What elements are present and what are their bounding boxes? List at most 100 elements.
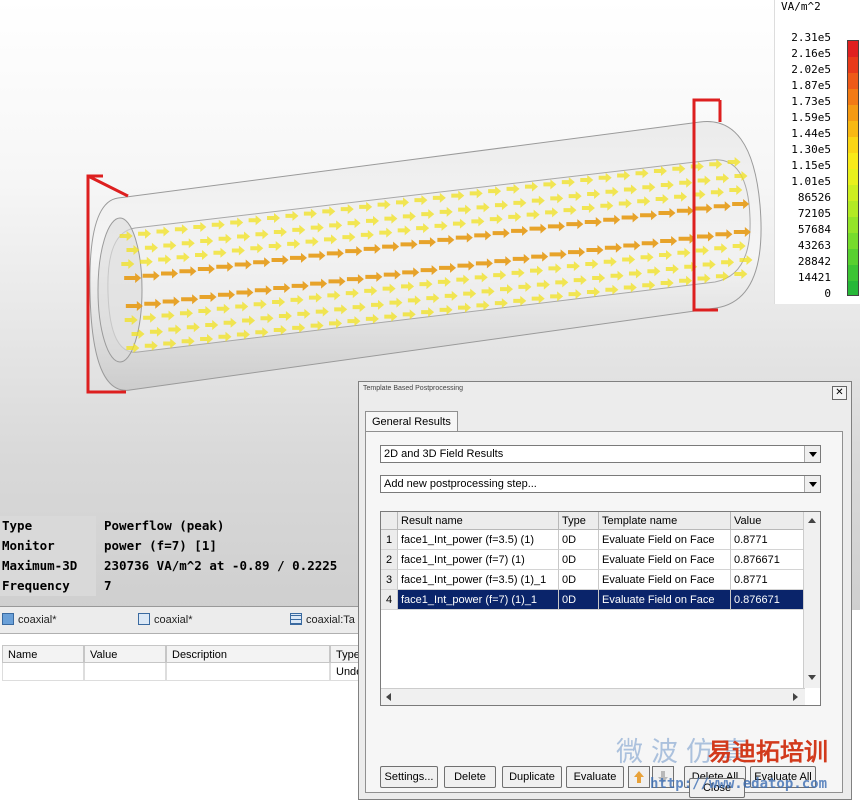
col-template-name[interactable]: Template name bbox=[599, 512, 731, 530]
legend-swatch bbox=[848, 41, 858, 58]
legend-swatch bbox=[848, 137, 858, 154]
col-type[interactable]: Type bbox=[330, 645, 360, 663]
cell-type[interactable]: 0D bbox=[559, 570, 599, 590]
cell-num[interactable]: 2 bbox=[381, 550, 398, 570]
cell-name[interactable]: face1_Int_power (f=7) (1) bbox=[398, 550, 559, 570]
legend-swatch bbox=[848, 169, 858, 186]
cell-value[interactable]: 0.8771 bbox=[731, 570, 805, 590]
param-value-cell[interactable] bbox=[84, 663, 166, 681]
info-row: Maximum-3D 230736 VA/m^2 at -0.89 / 0.222… bbox=[0, 556, 360, 576]
row-num-header bbox=[381, 512, 398, 530]
cell-num[interactable]: 4 bbox=[381, 590, 398, 610]
cell-template[interactable]: Evaluate Field on Face bbox=[599, 570, 731, 590]
col-type[interactable]: Type bbox=[559, 512, 599, 530]
close-button[interactable]: Close bbox=[689, 778, 745, 798]
parameter-panel: coaxial* coaxial* coaxial:Ta Name Value … bbox=[0, 606, 362, 801]
category-select[interactable]: 2D and 3D Field Results bbox=[380, 445, 821, 463]
delete-button[interactable]: Delete bbox=[444, 766, 496, 788]
horizontal-scrollbar[interactable] bbox=[381, 688, 805, 705]
duplicate-button[interactable]: Duplicate bbox=[502, 766, 562, 788]
param-table-header: Name Value Description Type bbox=[0, 645, 360, 663]
info-key: Maximum-3D bbox=[0, 556, 96, 576]
cell-value[interactable]: 0.876671 bbox=[731, 590, 805, 610]
tab-coaxial-2[interactable]: coaxial* bbox=[138, 612, 193, 628]
cell-name[interactable]: face1_Int_power (f=3.5) (1)_1 bbox=[398, 570, 559, 590]
col-value[interactable]: Value bbox=[84, 645, 166, 663]
param-type-cell[interactable]: Unde bbox=[330, 663, 362, 681]
param-name-cell[interactable] bbox=[2, 663, 84, 681]
table-icon bbox=[290, 613, 302, 625]
end-cap bbox=[97, 217, 143, 363]
cell-template[interactable]: Evaluate Field on Face bbox=[599, 590, 731, 610]
cell-name[interactable]: face1_Int_power (f=3.5) (1) bbox=[398, 530, 559, 550]
results-table: Result name Type Template name Value 1 fa… bbox=[380, 511, 821, 706]
legend-label: 72105 bbox=[797, 207, 831, 220]
legend-swatch bbox=[848, 217, 858, 234]
legend-label: 86526 bbox=[797, 191, 831, 204]
legend-label: 1.30e5 bbox=[791, 143, 831, 156]
info-value: 7 bbox=[104, 578, 112, 593]
cell-name[interactable]: face1_Int_power (f=7) (1)_1 bbox=[398, 590, 559, 610]
cell-num[interactable]: 1 bbox=[381, 530, 398, 550]
col-name[interactable]: Name bbox=[2, 645, 84, 663]
close-icon[interactable]: ✕ bbox=[832, 386, 847, 400]
legend-swatch bbox=[848, 201, 858, 218]
evaluate-button[interactable]: Evaluate bbox=[566, 766, 624, 788]
col-result-name[interactable]: Result name bbox=[398, 512, 559, 530]
evaluate-all-button[interactable]: Evaluate All bbox=[750, 766, 816, 788]
legend-label: 1.87e5 bbox=[791, 79, 831, 92]
dialog-titlebar[interactable]: Template Based Postprocessing ✕ bbox=[359, 382, 851, 400]
legend-swatch bbox=[848, 57, 858, 74]
legend-swatch bbox=[848, 121, 858, 138]
cell-type[interactable]: 0D bbox=[559, 590, 599, 610]
move-down-icon[interactable] bbox=[652, 766, 674, 788]
col-description[interactable]: Description bbox=[166, 645, 330, 663]
postprocessing-dialog: Template Based Postprocessing ✕ General … bbox=[358, 381, 852, 800]
cell-num[interactable]: 3 bbox=[381, 570, 398, 590]
legend-label: 2.16e5 bbox=[791, 47, 831, 60]
tab-coaxial-1[interactable]: coaxial* bbox=[2, 612, 57, 628]
scroll-left-icon[interactable] bbox=[386, 693, 391, 701]
legend-label: 1.59e5 bbox=[791, 111, 831, 124]
document-tabbar: coaxial* coaxial* coaxial:Ta bbox=[0, 607, 360, 634]
col-value[interactable]: Value bbox=[731, 512, 805, 530]
cell-type[interactable]: 0D bbox=[559, 550, 599, 570]
legend-swatch bbox=[848, 89, 858, 106]
document-icon bbox=[2, 613, 14, 625]
scroll-right-icon[interactable] bbox=[793, 693, 798, 701]
tab-coaxial-table[interactable]: coaxial:Ta bbox=[290, 612, 355, 628]
info-value: 230736 VA/m^2 at -0.89 / 0.2225 bbox=[104, 558, 338, 573]
legend-swatch bbox=[848, 105, 858, 122]
param-description-cell[interactable] bbox=[166, 663, 330, 681]
cell-template[interactable]: Evaluate Field on Face bbox=[599, 530, 731, 550]
info-row: Type Powerflow (peak) bbox=[0, 516, 360, 536]
tab-general-results[interactable]: General Results bbox=[365, 411, 458, 432]
chevron-down-icon[interactable] bbox=[804, 476, 820, 492]
cell-template[interactable]: Evaluate Field on Face bbox=[599, 550, 731, 570]
scroll-up-icon[interactable] bbox=[808, 518, 816, 523]
info-key: Monitor bbox=[0, 536, 96, 556]
legend-color-bar bbox=[847, 40, 859, 296]
info-key: Type bbox=[0, 516, 96, 536]
cell-type[interactable]: 0D bbox=[559, 530, 599, 550]
legend-label: 1.44e5 bbox=[791, 127, 831, 140]
legend-label: 1.15e5 bbox=[791, 159, 831, 172]
cell-value[interactable]: 0.8771 bbox=[731, 530, 805, 550]
legend-swatch bbox=[848, 153, 858, 170]
legend-swatch bbox=[848, 73, 858, 90]
vertical-scrollbar[interactable] bbox=[803, 512, 820, 688]
scroll-down-icon[interactable] bbox=[808, 675, 816, 680]
legend-label: 1.73e5 bbox=[791, 95, 831, 108]
move-up-icon[interactable] bbox=[628, 766, 650, 788]
legend-label: 2.31e5 bbox=[791, 31, 831, 44]
cell-value[interactable]: 0.876671 bbox=[731, 550, 805, 570]
chevron-down-icon[interactable] bbox=[804, 446, 820, 462]
legend-label: 0 bbox=[824, 287, 831, 300]
settings-button[interactable]: Settings... bbox=[380, 766, 438, 788]
category-value: 2D and 3D Field Results bbox=[384, 448, 504, 460]
add-step-select[interactable]: Add new postprocessing step... bbox=[380, 475, 821, 493]
legend-swatch bbox=[848, 249, 858, 266]
legend-label: 14421 bbox=[797, 271, 831, 284]
legend-label: 28842 bbox=[797, 255, 831, 268]
window-icon bbox=[138, 613, 150, 625]
